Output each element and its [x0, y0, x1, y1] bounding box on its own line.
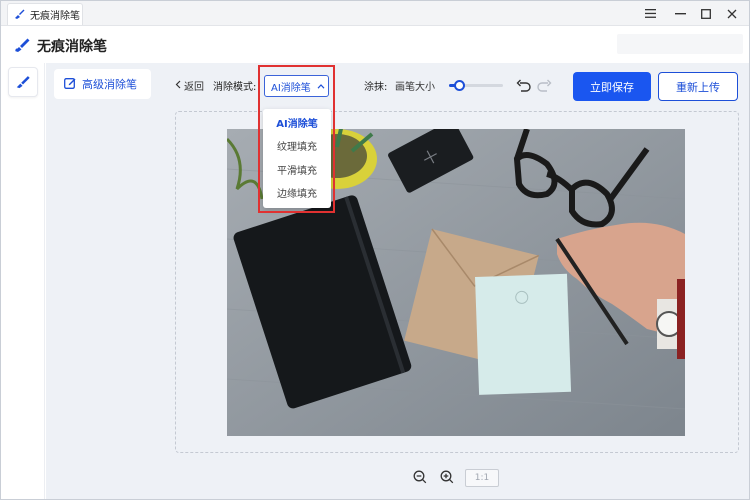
mode-label: 消除模式: [213, 82, 257, 93]
header-placeholder [617, 34, 743, 54]
redo-icon[interactable] [535, 76, 553, 94]
mode-dropdown-menu: AI消除笔 纹理填充 平滑填充 边缘填充 [263, 109, 331, 208]
back-label: 返回 [184, 82, 204, 93]
app-window: 无痕消除笔 无痕消除笔 高级消除笔 返回 消除模式: AI消除笔 涂抹: 画笔大… [0, 0, 750, 500]
app-title: 无痕消除笔 [37, 39, 107, 55]
brush-size-label: 画笔大小 [395, 82, 435, 93]
menu-icon[interactable] [635, 1, 665, 26]
sidebar-item-label: 高级消除笔 [82, 78, 137, 91]
back-button[interactable]: 返回 [175, 78, 204, 93]
mode-option-texture-fill[interactable]: 纹理填充 [263, 135, 331, 155]
rail-eraser-tool[interactable] [8, 67, 38, 97]
title-bar: 无痕消除笔 [1, 1, 749, 26]
zoom-bar: 1:1 [159, 463, 749, 493]
window-tab-title: 无痕消除笔 [30, 11, 80, 22]
paint-label: 涂抹: [364, 82, 388, 93]
eraser-pen-icon [13, 35, 31, 57]
save-now-button[interactable]: 立即保存 [573, 72, 651, 101]
edit-icon [64, 77, 76, 92]
zoom-in-icon[interactable] [439, 469, 455, 485]
window-tab[interactable]: 无痕消除笔 [7, 3, 83, 25]
mode-option-ai[interactable]: AI消除笔 [263, 112, 331, 132]
mode-option-smooth-fill[interactable]: 平滑填充 [263, 159, 331, 179]
canvas-area[interactable] [175, 111, 739, 453]
mode-option-edge-fill[interactable]: 边缘填充 [263, 182, 331, 202]
app-logo-icon [14, 8, 25, 22]
sidebar-item-advanced-eraser[interactable]: 高级消除笔 [54, 69, 151, 99]
main-panel: 返回 消除模式: AI消除笔 涂抹: 画笔大小 立即保存 重新上传 1:1 [159, 63, 749, 499]
chevron-left-icon [175, 80, 181, 92]
reupload-button[interactable]: 重新上传 [658, 72, 738, 101]
toolbar: 返回 消除模式: AI消除笔 涂抹: 画笔大小 立即保存 重新上传 [159, 63, 749, 109]
zoom-out-icon[interactable] [412, 469, 428, 485]
close-icon[interactable] [717, 1, 747, 26]
brush-size-slider[interactable] [449, 80, 503, 91]
zoom-ratio-button[interactable]: 1:1 [465, 469, 499, 487]
undo-icon[interactable] [514, 76, 532, 94]
mode-select[interactable]: AI消除笔 [264, 75, 329, 97]
brand: 无痕消除笔 [13, 35, 107, 57]
sidebar: 高级消除笔 [46, 63, 159, 499]
chevron-up-icon [317, 81, 325, 92]
tool-rail [1, 63, 45, 499]
brush-size-slider-handle[interactable] [454, 80, 466, 91]
eraser-pen-icon [15, 73, 31, 92]
mode-select-value: AI消除笔 [271, 82, 311, 94]
app-header: 无痕消除笔 [1, 27, 749, 63]
